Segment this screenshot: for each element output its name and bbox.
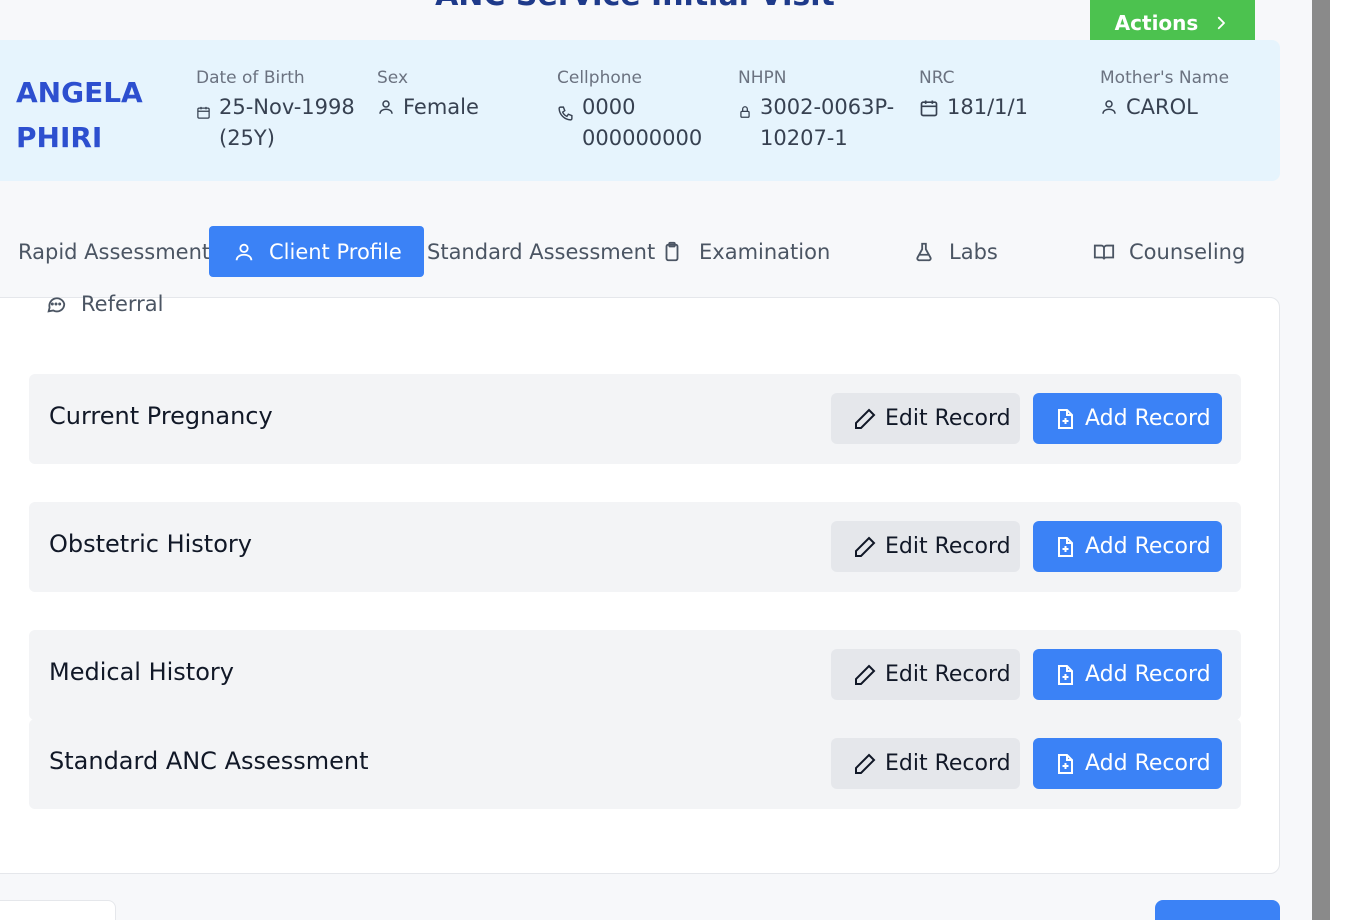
chat-icon <box>47 297 66 313</box>
calendar-icon <box>920 100 938 117</box>
section-title: Obstetric History <box>49 530 252 558</box>
chevron-right-icon <box>1218 16 1226 30</box>
dob-value: 25-Nov-1998 <box>219 95 355 119</box>
pencil-icon <box>855 536 876 557</box>
phone-icon <box>558 106 573 121</box>
section-title: Standard ANC Assessment <box>49 747 369 775</box>
cellphone-value-1: 0000 <box>582 95 636 119</box>
tab-counseling[interactable]: Counseling <box>1093 226 1245 277</box>
lock-icon <box>740 106 750 118</box>
section-standard-anc-assessment: Standard ANC Assessment Edit Record Add … <box>29 719 1241 809</box>
nhpn-field: NHPN 3002-0063P- 10207-1 <box>738 68 894 154</box>
nhpn-value-2: 10207-1 <box>760 126 848 150</box>
nrc-field: NRC 181/1/1 <box>919 68 1028 123</box>
tab-standard-assessment[interactable]: Standard Assessment <box>427 226 655 277</box>
section-medical-history: Medical History Edit Record Add Record <box>29 630 1241 720</box>
add-record-label: Add Record <box>1085 406 1211 431</box>
pencil-icon <box>855 664 876 685</box>
tab-referral[interactable]: Referral <box>45 282 163 326</box>
section-current-pregnancy: Current Pregnancy Edit Record Add Record <box>29 374 1241 464</box>
nrc-value: 181/1/1 <box>947 95 1028 119</box>
edit-record-button[interactable]: Edit Record <box>831 393 1020 444</box>
edit-record-label: Edit Record <box>885 534 1011 559</box>
sex-field: Sex Female <box>377 68 479 123</box>
mother-value: CAROL <box>1126 95 1198 119</box>
edit-record-label: Edit Record <box>885 406 1011 431</box>
mother-field: Mother's Name CAROL <box>1100 68 1229 123</box>
tab-label: Rapid Assessment <box>18 239 211 264</box>
tab-labs[interactable]: Labs <box>913 226 998 277</box>
cellphone-value-2: 000000000 <box>582 126 703 150</box>
clipboard-icon <box>665 241 679 261</box>
nhpn-label: NHPN <box>738 68 787 88</box>
tab-label: Examination <box>699 239 831 264</box>
edit-record-label: Edit Record <box>885 662 1011 687</box>
nhpn-value-1: 3002-0063P- <box>760 95 895 119</box>
tab-label: Standard Assessment <box>427 239 656 264</box>
file-add-icon <box>1058 536 1073 557</box>
file-add-icon <box>1058 664 1073 685</box>
add-record-button[interactable]: Add Record <box>1033 393 1222 444</box>
cellphone-field: Cellphone 0000 000000000 <box>557 68 702 154</box>
calendar-icon <box>197 106 210 119</box>
age-value: (25Y) <box>219 126 275 150</box>
user-icon <box>379 100 393 114</box>
dob-label: Date of Birth <box>196 68 305 88</box>
book-icon <box>1093 244 1115 260</box>
pencil-icon <box>855 753 876 774</box>
cellphone-label: Cellphone <box>557 68 642 88</box>
tab-client-profile[interactable]: Client Profile <box>209 226 424 277</box>
add-record-button[interactable]: Add Record <box>1033 649 1222 700</box>
scrollbar[interactable] <box>1312 0 1330 920</box>
section-title: Current Pregnancy <box>49 402 273 430</box>
add-record-button[interactable]: Add Record <box>1033 738 1222 789</box>
tab-examination[interactable]: Examination <box>661 226 830 277</box>
add-record-label: Add Record <box>1085 662 1211 687</box>
section-title: Medical History <box>49 658 234 686</box>
file-add-icon <box>1058 753 1073 774</box>
edit-record-button[interactable]: Edit Record <box>831 649 1020 700</box>
nrc-label: NRC <box>919 68 955 88</box>
sex-value: Female <box>403 95 479 119</box>
tab-label: Labs <box>949 239 998 264</box>
section-obstetric-history: Obstetric History Edit Record Add Record <box>29 502 1241 592</box>
patient-name: ANGELA PHIRI <box>16 70 186 160</box>
add-record-button[interactable]: Add Record <box>1033 521 1222 572</box>
back-button[interactable] <box>0 900 116 920</box>
flask-icon <box>916 242 932 261</box>
edit-record-button[interactable]: Edit Record <box>831 738 1020 789</box>
mother-label: Mother's Name <box>1100 68 1230 88</box>
file-add-icon <box>1058 408 1073 429</box>
user-icon <box>235 243 253 260</box>
add-record-label: Add Record <box>1085 534 1211 559</box>
edit-record-label: Edit Record <box>885 751 1011 776</box>
add-record-label: Add Record <box>1085 751 1211 776</box>
actions-label: Actions <box>1114 11 1199 35</box>
patient-first-name: ANGELA <box>16 76 143 109</box>
user-icon <box>1102 100 1116 114</box>
tab-label: Counseling <box>1129 239 1246 264</box>
next-button[interactable] <box>1155 900 1280 920</box>
patient-last-name: PHIRI <box>16 121 103 154</box>
sex-label: Sex <box>377 68 409 88</box>
pencil-icon <box>855 408 876 429</box>
dob-field: Date of Birth 25-Nov-1998 (25Y) <box>196 68 355 154</box>
tab-label: Client Profile <box>269 239 402 264</box>
page-title: ANC Service Initial Visit <box>0 0 1270 13</box>
tab-rapid-assessment[interactable]: Rapid Assessment <box>18 226 210 277</box>
tab-label: Referral <box>81 292 164 316</box>
edit-record-button[interactable]: Edit Record <box>831 521 1020 572</box>
window-edge <box>1330 0 1350 920</box>
